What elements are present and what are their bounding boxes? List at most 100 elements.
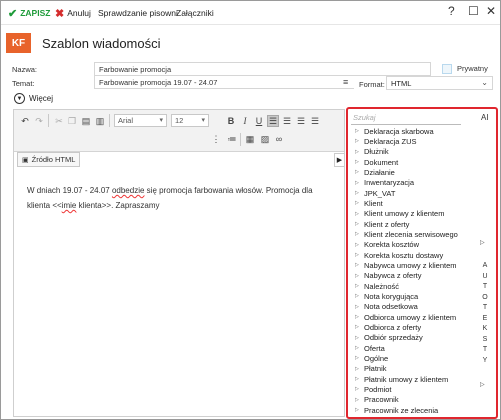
cut-icon[interactable]: ✂ — [53, 115, 65, 127]
paste-icon[interactable]: ▤ — [80, 115, 92, 127]
spellcheck-button[interactable]: Sprawdzanie pisowni — [98, 6, 178, 20]
autotext-item[interactable]: ▷ Dokument — [355, 157, 473, 167]
autotext-item[interactable]: ▷ Odbiorca z oferty — [355, 322, 473, 332]
expand-triangle-icon[interactable]: ▷ — [355, 417, 359, 419]
html-source-button[interactable]: ▣ Źródło HTML — [17, 152, 81, 167]
expand-triangle-icon[interactable]: ▷ — [355, 283, 359, 289]
autotext-item[interactable]: ▷ Deklaracja skarbowa — [355, 126, 473, 136]
table-icon[interactable]: ▦ — [244, 133, 256, 145]
align-left-icon[interactable]: ☰ — [267, 115, 279, 127]
expand-panel-arrow-icon[interactable]: ▶ — [334, 153, 345, 167]
expand-triangle-icon[interactable]: ▷ — [355, 376, 359, 382]
image-icon[interactable]: ▨ — [259, 133, 271, 145]
autotext-item[interactable]: ▷ Podmiot — [355, 384, 473, 394]
autotext-item[interactable]: ▷ Odbiór sprzedaży — [355, 333, 473, 343]
expand-triangle-icon[interactable]: ▷ — [355, 386, 359, 392]
link-icon[interactable]: ∞ — [273, 133, 285, 145]
expand-triangle-icon[interactable]: ▷ — [355, 355, 359, 361]
numbered-list-icon[interactable]: ⋮ — [210, 133, 222, 145]
autotext-item[interactable]: ▷ Klient zlecenia serwisowego — [355, 229, 473, 239]
ai-button[interactable]: AI — [481, 113, 489, 122]
expand-right-icon[interactable]: ▷ — [480, 239, 485, 246]
expand-triangle-icon[interactable]: ▷ — [355, 304, 359, 310]
copy-icon[interactable]: ❐ — [66, 115, 78, 127]
autotext-item[interactable]: ▷ Pracownik — [355, 395, 473, 405]
autotext-item[interactable]: ▷ JPK_VAT — [355, 188, 473, 198]
misspelled-word: odbedzie — [111, 186, 145, 195]
autotext-item[interactable]: ▷ Klient z oferty — [355, 219, 473, 229]
size-select[interactable]: 12 ▾ — [171, 114, 209, 127]
expand-triangle-icon[interactable]: ▷ — [355, 200, 359, 206]
expand-triangle-icon[interactable]: ▷ — [355, 180, 359, 186]
expand-triangle-icon[interactable]: ▷ — [355, 169, 359, 175]
autotext-item[interactable]: ▷ Ogólne — [355, 353, 473, 363]
autotext-item[interactable]: ▷ Płatnik — [355, 364, 473, 374]
expand-triangle-icon[interactable]: ▷ — [355, 366, 359, 372]
undo-icon[interactable]: ↶ — [19, 115, 31, 127]
editor-toolbar: ↶ ↷ ✂ ❐ ▤ ▥ Arial ▾ 12 ▾ B I U ☰ ☰ ☰ ☰ ⋮… — [14, 110, 344, 152]
name-field[interactable]: Farbowanie promocja — [94, 62, 431, 76]
save-button[interactable]: ✔ ZAPISZ — [8, 6, 50, 20]
expand-triangle-icon[interactable]: ▷ — [355, 149, 359, 155]
align-justify-icon[interactable]: ☰ — [309, 115, 321, 127]
paste-text-icon[interactable]: ▥ — [94, 115, 106, 127]
maximize-icon[interactable]: ☐ — [468, 4, 479, 18]
expand-triangle-icon[interactable]: ▷ — [355, 314, 359, 320]
expand-triangle-icon[interactable]: ▷ — [355, 407, 359, 413]
expand-triangle-icon[interactable]: ▷ — [355, 190, 359, 196]
autotext-item[interactable]: ▷ Płatnik umowy z klientem — [355, 374, 473, 384]
italic-button[interactable]: I — [239, 115, 251, 127]
autotext-item[interactable]: ▷ Pracownik ze zlecenia — [355, 405, 473, 415]
autotext-item[interactable]: ▷ Deklaracja ZUS — [355, 136, 473, 146]
expand-triangle-icon[interactable]: ▷ — [355, 262, 359, 268]
expand-triangle-icon[interactable]: ▷ — [355, 293, 359, 299]
autotext-item[interactable]: ▷ Odbiorca umowy z klientem — [355, 312, 473, 322]
autotext-item[interactable]: ▷ Oferta — [355, 343, 473, 353]
expand-triangle-icon[interactable]: ▷ — [355, 273, 359, 279]
autotext-item[interactable]: ▷ Korekta kosztów — [355, 240, 473, 250]
autotext-item[interactable]: ▷ Proces ofertowy — [355, 415, 473, 419]
expand-triangle-icon[interactable]: ▷ — [355, 231, 359, 237]
font-select[interactable]: Arial ▾ — [114, 114, 167, 127]
subject-field[interactable]: Farbowanie promocja 19.07 - 24.07 — [94, 75, 354, 89]
autotext-item[interactable]: ▷ Inwentaryzacja — [355, 178, 473, 188]
expand-triangle-icon[interactable]: ▷ — [355, 138, 359, 144]
underline-button[interactable]: U — [253, 115, 265, 127]
expand-triangle-icon[interactable]: ▷ — [355, 335, 359, 341]
private-checkbox[interactable] — [442, 64, 452, 74]
expand-triangle-icon[interactable]: ▷ — [355, 128, 359, 134]
bullet-list-icon[interactable]: ≔ — [226, 133, 238, 145]
cancel-button[interactable]: ✖ Anuluj — [55, 6, 91, 20]
more-toggle[interactable]: ▼ Więcej — [14, 93, 53, 104]
expand-triangle-icon[interactable]: ▷ — [355, 242, 359, 248]
redo-icon[interactable]: ↷ — [33, 115, 45, 127]
autotext-item[interactable]: ▷ Dłużnik — [355, 147, 473, 157]
autotext-item[interactable]: ▷ Klient — [355, 198, 473, 208]
help-icon[interactable]: ? — [448, 4, 455, 18]
autotext-item[interactable]: ▷ Nabywca umowy z klientem — [355, 260, 473, 270]
autotext-item[interactable]: ▷ Nota odsetkowa — [355, 302, 473, 312]
align-right-icon[interactable]: ☰ — [295, 115, 307, 127]
expand-triangle-icon[interactable]: ▷ — [355, 345, 359, 351]
expand-triangle-icon[interactable]: ▷ — [355, 324, 359, 330]
autotext-item[interactable]: ▷ Korekta kosztu dostawy — [355, 250, 473, 260]
autotext-item[interactable]: ▷ Nabywca z oferty — [355, 271, 473, 281]
expand-triangle-icon[interactable]: ▷ — [355, 252, 359, 258]
bold-button[interactable]: B — [225, 115, 237, 127]
attachments-button[interactable]: Załączniki — [176, 6, 214, 20]
align-center-icon[interactable]: ☰ — [281, 115, 293, 127]
subject-menu-icon[interactable]: ≡ — [343, 77, 348, 87]
autotext-search-input[interactable]: Szukaj — [351, 112, 461, 125]
autotext-item[interactable]: ▷ Działanie — [355, 167, 473, 177]
autotext-item[interactable]: ▷ Należność — [355, 281, 473, 291]
expand-triangle-icon[interactable]: ▷ — [355, 211, 359, 217]
close-window-icon[interactable]: ✕ — [486, 4, 496, 18]
autotext-item[interactable]: ▷ Nota korygująca — [355, 291, 473, 301]
format-select[interactable]: HTML ⌄ — [386, 76, 493, 90]
expand-triangle-icon[interactable]: ▷ — [355, 221, 359, 227]
expand-triangle-icon[interactable]: ▷ — [355, 159, 359, 165]
autotext-item[interactable]: ▷ Klient umowy z klientem — [355, 209, 473, 219]
expand-triangle-icon[interactable]: ▷ — [355, 397, 359, 403]
editor-content[interactable]: W dniach 19.07 - 24.07 odbedzie się prom… — [27, 183, 337, 213]
expand-right-icon[interactable]: ▷ — [480, 381, 485, 388]
